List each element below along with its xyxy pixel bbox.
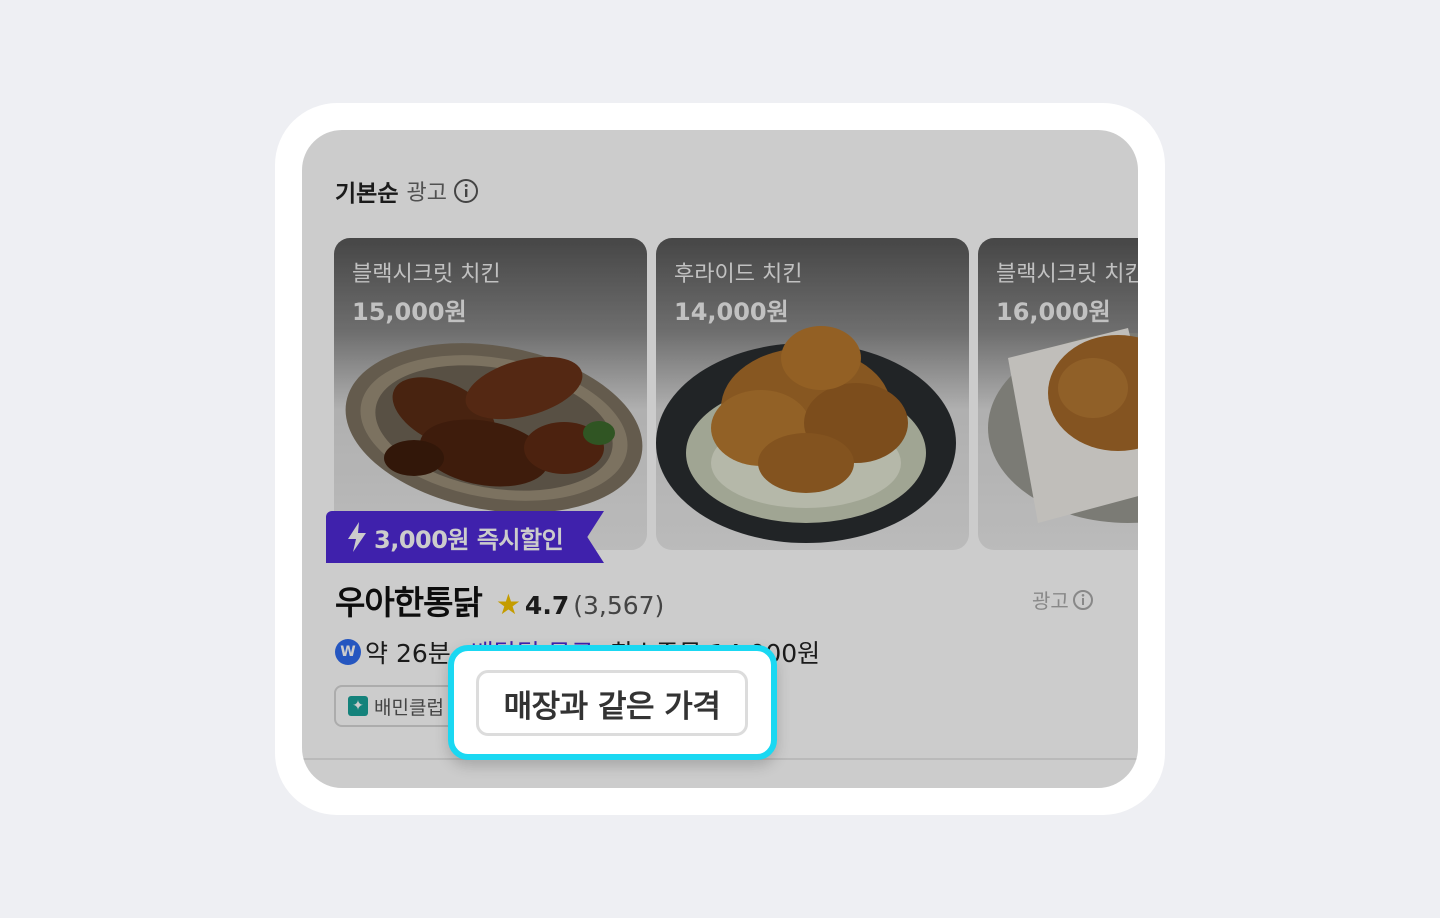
highlight-callout: 매장과 같은 가격	[448, 645, 777, 760]
same-price-tag: 매장과 같은 가격	[476, 670, 748, 736]
